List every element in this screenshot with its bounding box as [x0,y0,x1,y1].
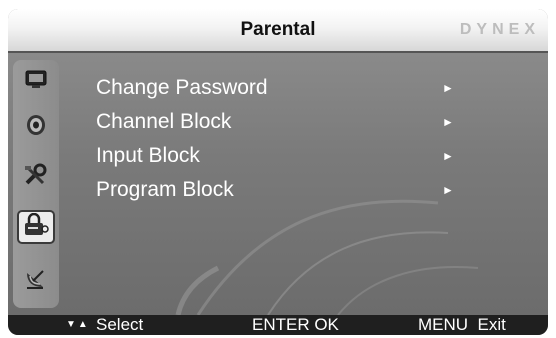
right-arrow-icon: ► [442,183,454,197]
enter-ok-hint: ENTER OK [252,315,339,334]
sidebar-item-channel[interactable] [17,264,55,298]
parental-menu-list: Change Password ► Channel Block ► Input … [96,71,466,207]
menu-panel: Change Password ► Channel Block ► Input … [8,53,548,315]
menu-item-label: Channel Block [96,110,232,133]
title-bar: Parental DYNEX [8,9,548,53]
sidebar-item-parental[interactable] [17,210,55,244]
parental-osd-window: Parental DYNEX Change Password ► Channel… [8,9,548,335]
right-arrow-icon: ► [442,81,454,95]
brand-logo: DYNEX [459,21,540,38]
sidebar-item-audio[interactable] [17,110,55,144]
category-sidebar [13,60,59,308]
tv-picture-icon [24,68,48,95]
padlock-icon [22,212,50,242]
audio-speaker-icon [24,113,48,142]
right-arrow-icon: ► [442,149,454,163]
menu-item-label: Input Block [96,144,200,167]
menu-item-input-block[interactable]: Input Block ► [96,139,466,173]
sidebar-item-settings[interactable] [17,160,55,194]
menu-exit-hint: MENU Exit [418,315,506,334]
tools-settings-icon [23,163,49,192]
up-down-arrows-icon: ▼▲ [66,319,90,330]
right-arrow-icon: ► [442,115,454,129]
select-hint: Select [96,315,144,334]
satellite-dish-icon [23,267,49,296]
menu-item-change-password[interactable]: Change Password ► [96,71,466,105]
sidebar-item-picture[interactable] [17,64,55,98]
menu-item-label: Change Password [96,76,268,99]
footer-hint-bar: ▼▲ Select ENTER OK MENU Exit [8,315,548,335]
menu-item-channel-block[interactable]: Channel Block ► [96,105,466,139]
menu-item-program-block[interactable]: Program Block ► [96,173,466,207]
menu-item-label: Program Block [96,178,234,201]
